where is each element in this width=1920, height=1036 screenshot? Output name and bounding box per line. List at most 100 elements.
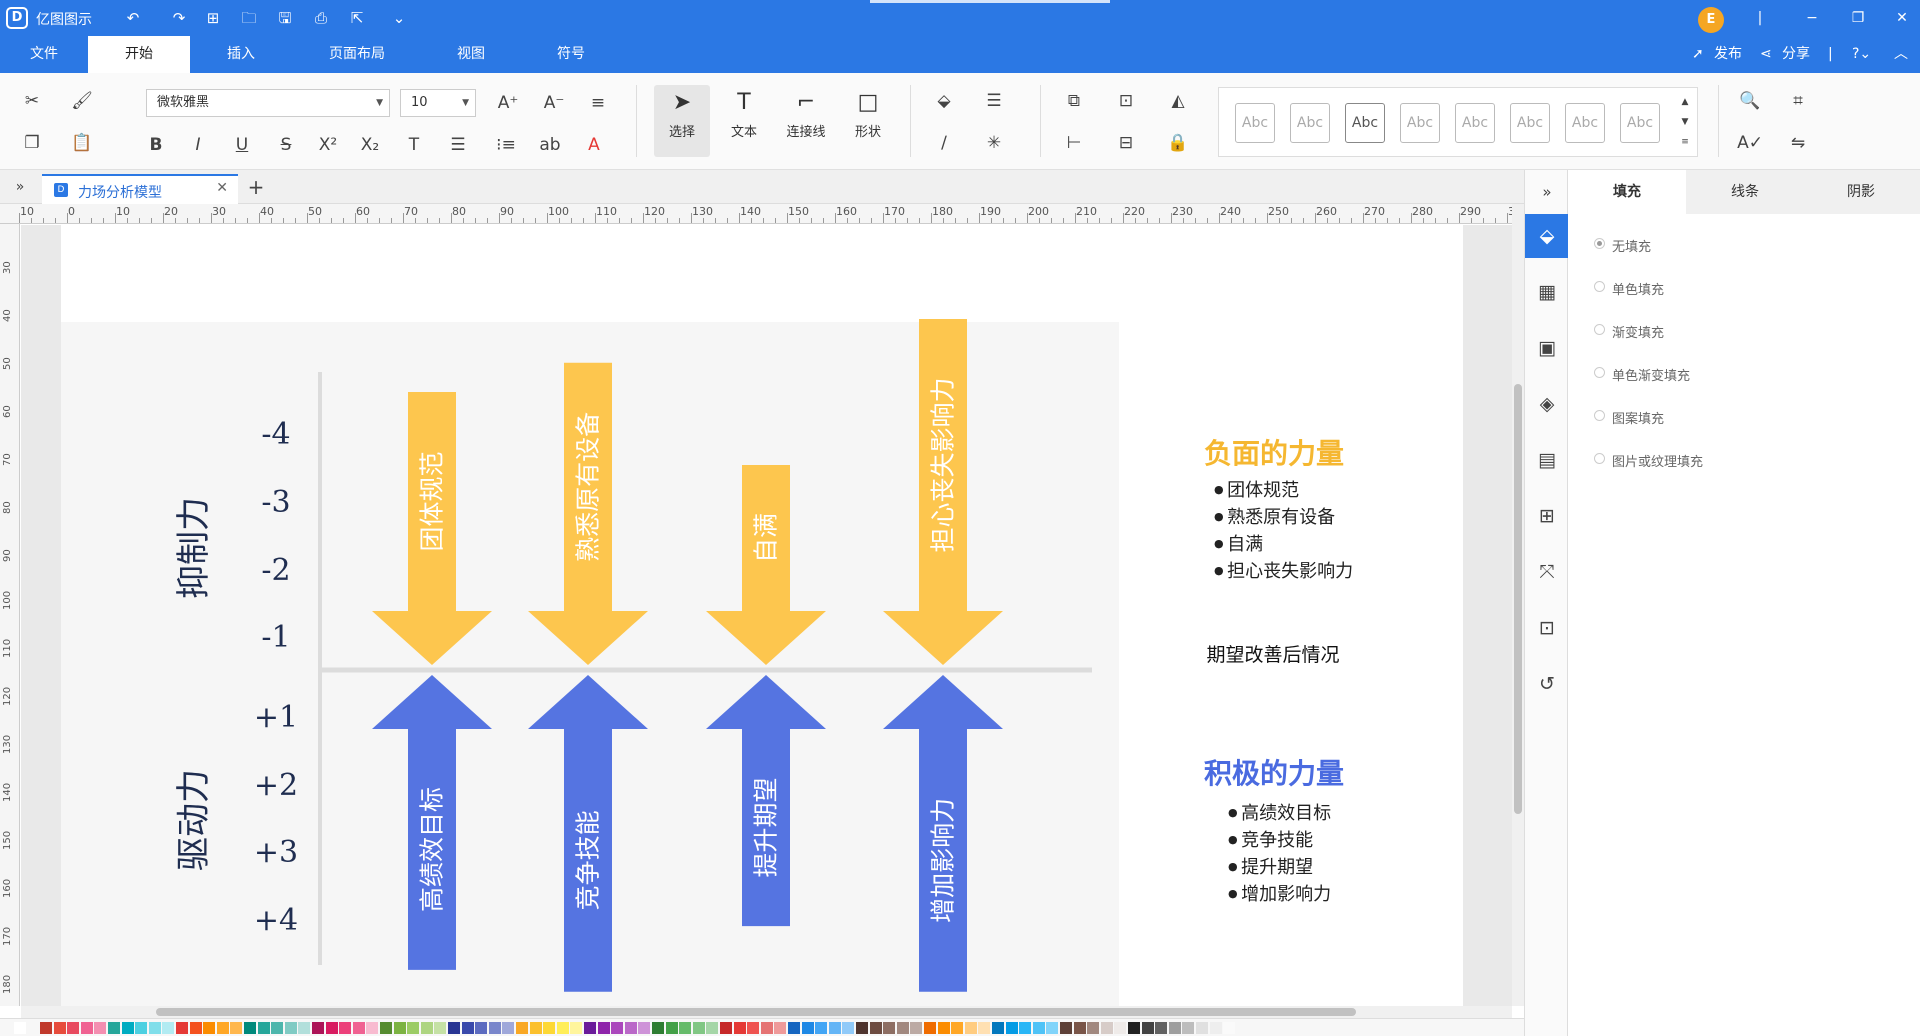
share-icon[interactable]: ⋖ [1760, 36, 1772, 73]
fill-option-pattern[interactable]: 图案填充 [1594, 408, 1664, 427]
color-swatch[interactable] [856, 1022, 868, 1034]
color-swatch[interactable] [1087, 1022, 1100, 1034]
color-swatch[interactable] [366, 1022, 379, 1034]
color-swatch[interactable] [448, 1022, 460, 1034]
color-swatch[interactable] [1046, 1022, 1059, 1034]
fit-panel-icon[interactable]: ⤧ [1525, 550, 1569, 594]
grid-panel-icon[interactable]: ▦ [1525, 270, 1569, 314]
color-swatch[interactable] [1032, 1022, 1045, 1034]
color-swatch[interactable] [624, 1022, 637, 1034]
color-swatch[interactable] [1155, 1022, 1168, 1034]
color-swatch[interactable] [502, 1022, 515, 1034]
color-swatch[interactable] [597, 1022, 610, 1034]
page-panel-icon[interactable]: ▤ [1525, 438, 1569, 482]
image-panel-icon[interactable]: ▣ [1525, 326, 1569, 370]
color-swatch[interactable] [570, 1022, 583, 1034]
color-swatch[interactable] [135, 1022, 148, 1034]
fill-option-picture[interactable]: 图片或纹理填充 [1594, 451, 1703, 470]
style-sample[interactable]: Abc [1510, 103, 1550, 143]
color-swatch[interactable] [883, 1022, 896, 1034]
no-color-icon[interactable] [14, 1022, 26, 1034]
fill-panel-icon[interactable]: ⬙ [1525, 214, 1569, 258]
color-swatch[interactable] [692, 1022, 705, 1034]
tab-shadow[interactable]: 阴影 [1802, 170, 1920, 214]
style-sample[interactable]: Abc [1620, 103, 1660, 143]
gallery-more-icon[interactable]: ≡ [1671, 128, 1699, 156]
color-swatch[interactable] [584, 1022, 596, 1034]
share-button[interactable]: 分享 [1782, 36, 1810, 73]
collapse-panel-icon[interactable]: » [1525, 170, 1569, 214]
color-swatch[interactable] [1141, 1022, 1154, 1034]
spell-check-icon[interactable]: A✓ [1736, 129, 1764, 157]
crop-icon[interactable]: ⌗ [1784, 87, 1812, 115]
color-swatch[interactable] [896, 1022, 909, 1034]
color-swatch[interactable] [543, 1022, 556, 1034]
fill-option-solid[interactable]: 单色填充 [1594, 279, 1664, 298]
color-swatch[interactable] [176, 1022, 188, 1034]
color-swatch[interactable] [869, 1022, 882, 1034]
color-swatch[interactable] [815, 1022, 828, 1034]
color-swatch[interactable] [244, 1022, 256, 1034]
color-swatch[interactable] [189, 1022, 202, 1034]
color-swatch[interactable] [216, 1022, 229, 1034]
close-icon[interactable]: ✕ [1888, 6, 1916, 30]
tab-line[interactable]: 线条 [1686, 170, 1804, 214]
color-swatch[interactable] [774, 1022, 787, 1034]
color-swatch[interactable] [162, 1022, 175, 1034]
color-swatch[interactable] [325, 1022, 338, 1034]
vertical-scroll-thumb[interactable] [1514, 384, 1522, 814]
color-swatch[interactable] [230, 1022, 243, 1034]
color-swatch[interactable] [1209, 1022, 1222, 1034]
replace-shape-icon[interactable]: ⇋ [1784, 129, 1812, 157]
color-swatch[interactable] [1100, 1022, 1113, 1034]
color-swatch[interactable] [67, 1022, 80, 1034]
layers-panel-icon[interactable]: ◈ [1525, 382, 1569, 426]
color-swatch[interactable] [760, 1022, 773, 1034]
color-swatch[interactable] [747, 1022, 760, 1034]
color-swatch[interactable] [312, 1022, 324, 1034]
color-swatch[interactable] [652, 1022, 664, 1034]
vertical-scrollbar[interactable] [1512, 204, 1524, 1006]
color-swatch[interactable] [964, 1022, 977, 1034]
color-swatch[interactable] [951, 1022, 964, 1034]
color-swatch[interactable] [1005, 1022, 1018, 1034]
color-swatch[interactable] [1060, 1022, 1072, 1034]
color-swatch[interactable] [801, 1022, 814, 1034]
color-swatch[interactable] [148, 1022, 161, 1034]
color-swatch[interactable] [80, 1022, 93, 1034]
color-swatch[interactable] [638, 1022, 651, 1034]
color-swatch[interactable] [284, 1022, 297, 1034]
minimize-icon[interactable]: − [1798, 6, 1826, 30]
color-swatch[interactable] [706, 1022, 719, 1034]
color-swatch[interactable] [40, 1022, 52, 1034]
color-swatch[interactable] [665, 1022, 678, 1034]
color-swatch[interactable] [937, 1022, 950, 1034]
color-swatch[interactable] [1114, 1022, 1127, 1034]
data-panel-icon[interactable]: ⊞ [1525, 494, 1569, 538]
color-swatch[interactable] [556, 1022, 569, 1034]
color-swatch[interactable] [978, 1022, 991, 1034]
color-swatch[interactable] [924, 1022, 936, 1034]
fill-option-single-gradient[interactable]: 单色渐变填充 [1594, 365, 1690, 384]
horizontal-scroll-thumb[interactable] [156, 1008, 1356, 1016]
color-swatch[interactable] [679, 1022, 692, 1034]
color-swatch[interactable] [203, 1022, 216, 1034]
color-swatch[interactable] [733, 1022, 746, 1034]
color-swatch[interactable] [1223, 1022, 1236, 1034]
color-swatch[interactable] [516, 1022, 528, 1034]
color-swatch[interactable] [94, 1022, 107, 1034]
color-swatch[interactable] [407, 1022, 420, 1034]
color-swatch[interactable] [461, 1022, 474, 1034]
publish-icon[interactable]: ➚ [1692, 36, 1704, 73]
user-avatar[interactable]: E [1698, 7, 1724, 33]
negative-force-arrow[interactable] [706, 465, 826, 665]
color-swatch[interactable] [1168, 1022, 1181, 1034]
publish-button[interactable]: 发布 [1714, 36, 1742, 73]
color-swatch[interactable] [393, 1022, 406, 1034]
style-sample[interactable]: Abc [1565, 103, 1605, 143]
color-swatch[interactable] [788, 1022, 800, 1034]
color-swatch[interactable] [475, 1022, 488, 1034]
color-swatch[interactable] [121, 1022, 134, 1034]
color-swatch[interactable] [53, 1022, 66, 1034]
color-swatch[interactable] [257, 1022, 270, 1034]
